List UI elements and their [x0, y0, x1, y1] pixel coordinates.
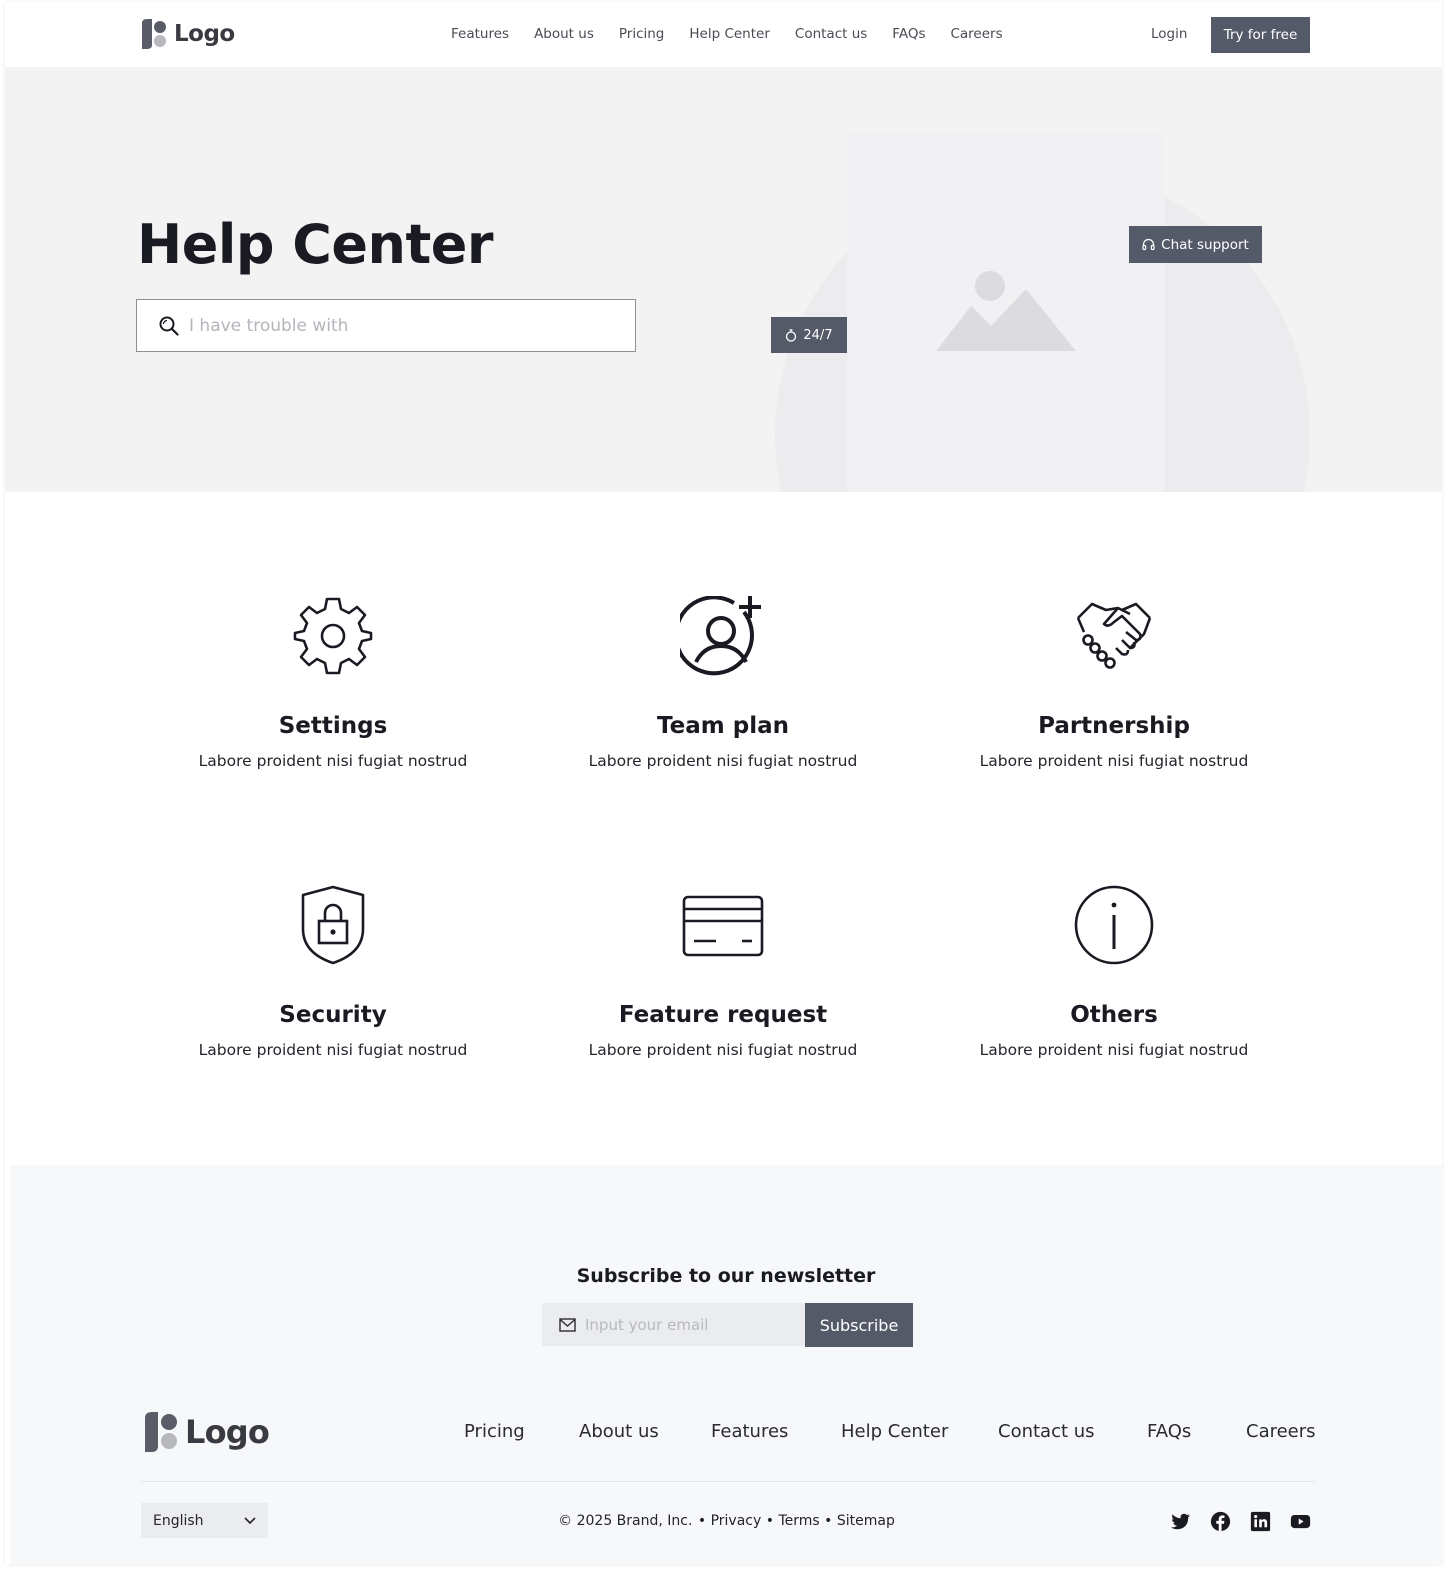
search-input[interactable] [189, 315, 619, 336]
category-description: Labore proident nisi fugiat nostrud [979, 1041, 1249, 1059]
nav-faqs[interactable]: FAQs [892, 26, 925, 42]
sitemap-link[interactable]: Sitemap [837, 1513, 895, 1529]
logo-mark-icon [145, 1412, 177, 1452]
nav-help-center[interactable]: Help Center [689, 26, 770, 42]
login-link[interactable]: Login [1151, 26, 1187, 42]
category-description: Labore proident nisi fugiat nostrud [588, 1041, 858, 1059]
footer-nav-help-center[interactable]: Help Center [841, 1421, 948, 1442]
privacy-link[interactable]: Privacy [711, 1513, 762, 1529]
support-hours-badge: 24/7 [771, 317, 847, 353]
info-icon [1074, 885, 1154, 965]
footer-logo[interactable]: Logo [141, 1412, 270, 1452]
footer-nav-pricing[interactable]: Pricing [464, 1421, 525, 1442]
category-description: Labore proident nisi fugiat nostrud [588, 752, 858, 770]
nav-pricing[interactable]: Pricing [619, 26, 665, 42]
category-security[interactable]: Security Labore proident nisi fugiat nos… [183, 885, 483, 1059]
category-title: Settings [278, 713, 388, 739]
facebook-icon[interactable] [1210, 1511, 1231, 1532]
footer-nav-features[interactable]: Features [711, 1421, 788, 1442]
search-icon [159, 316, 179, 336]
footer-divider [141, 1481, 1315, 1482]
site-header: Logo Features About us Pricing Help Cent… [5, 2, 1442, 67]
social-links [1170, 1511, 1311, 1532]
email-field-wrapper[interactable] [542, 1303, 805, 1346]
page-title: Help Center [137, 213, 494, 276]
category-feature-request[interactable]: Feature request Labore proident nisi fug… [573, 885, 873, 1059]
footer-nav-about-us[interactable]: About us [579, 1421, 659, 1442]
credit-card-icon [682, 895, 764, 957]
main-nav: Features About us Pricing Help Center Co… [451, 26, 1028, 42]
image-placeholder-icon [936, 271, 1076, 351]
footer-section: Subscribe to our newsletter Subscribe Lo… [10, 1165, 1442, 1565]
chat-support-label: Chat support [1161, 236, 1249, 253]
nav-features[interactable]: Features [451, 26, 509, 42]
youtube-icon[interactable] [1290, 1511, 1311, 1532]
hero-section: Help Center 24/7 Chat support [5, 67, 1442, 492]
category-settings[interactable]: Settings Labore proident nisi fugiat nos… [183, 596, 483, 770]
category-description: Labore proident nisi fugiat nostrud [198, 1041, 468, 1059]
user-plus-icon [680, 596, 761, 676]
page-frame: Logo Features About us Pricing Help Cent… [5, 2, 1442, 1565]
footer-logo-text: Logo [185, 1413, 270, 1451]
handshake-icon [1076, 602, 1152, 669]
terms-link[interactable]: Terms [778, 1513, 819, 1529]
newsletter-title: Subscribe to our newsletter [576, 1265, 876, 1287]
footer-nav-careers[interactable]: Careers [1246, 1421, 1316, 1442]
shield-lock-icon [301, 885, 365, 965]
category-others[interactable]: Others Labore proident nisi fugiat nostr… [964, 885, 1264, 1059]
chat-support-button[interactable]: Chat support [1129, 226, 1262, 263]
mail-icon [559, 1317, 576, 1332]
category-title: Security [279, 1002, 387, 1028]
category-description: Labore proident nisi fugiat nostrud [979, 752, 1249, 770]
logo[interactable]: Logo [139, 19, 235, 49]
subscribe-button[interactable]: Subscribe [805, 1303, 913, 1347]
category-title: Others [1070, 1002, 1158, 1028]
category-description: Labore proident nisi fugiat nostrud [198, 752, 468, 770]
stopwatch-icon [786, 328, 797, 342]
nav-contact-us[interactable]: Contact us [795, 26, 867, 42]
logo-mark-icon [142, 19, 166, 49]
support-hours-label: 24/7 [803, 327, 833, 343]
category-partnership[interactable]: Partnership Labore proident nisi fugiat … [964, 596, 1264, 770]
category-title: Feature request [618, 1002, 828, 1028]
nav-careers[interactable]: Careers [950, 26, 1002, 42]
newsletter-form: Subscribe [542, 1303, 913, 1347]
nav-about-us[interactable]: About us [534, 26, 594, 42]
hero-image-placeholder [847, 131, 1165, 492]
category-title: Partnership [1038, 713, 1190, 739]
search-box[interactable] [136, 299, 636, 352]
footer-nav-faqs[interactable]: FAQs [1147, 1421, 1191, 1442]
category-team-plan[interactable]: Team plan Labore proident nisi fugiat no… [573, 596, 873, 770]
email-input[interactable] [585, 1315, 795, 1334]
logo-text: Logo [174, 21, 235, 47]
gear-icon [293, 597, 373, 675]
try-for-free-button[interactable]: Try for free [1211, 17, 1310, 53]
footer-nav-contact-us[interactable]: Contact us [998, 1421, 1095, 1442]
category-title: Team plan [657, 713, 789, 739]
headset-icon [1142, 238, 1155, 251]
linkedin-icon[interactable] [1250, 1511, 1271, 1532]
twitter-icon[interactable] [1170, 1511, 1191, 1532]
copyright-text: © 2025 Brand, Inc. [558, 1513, 693, 1529]
